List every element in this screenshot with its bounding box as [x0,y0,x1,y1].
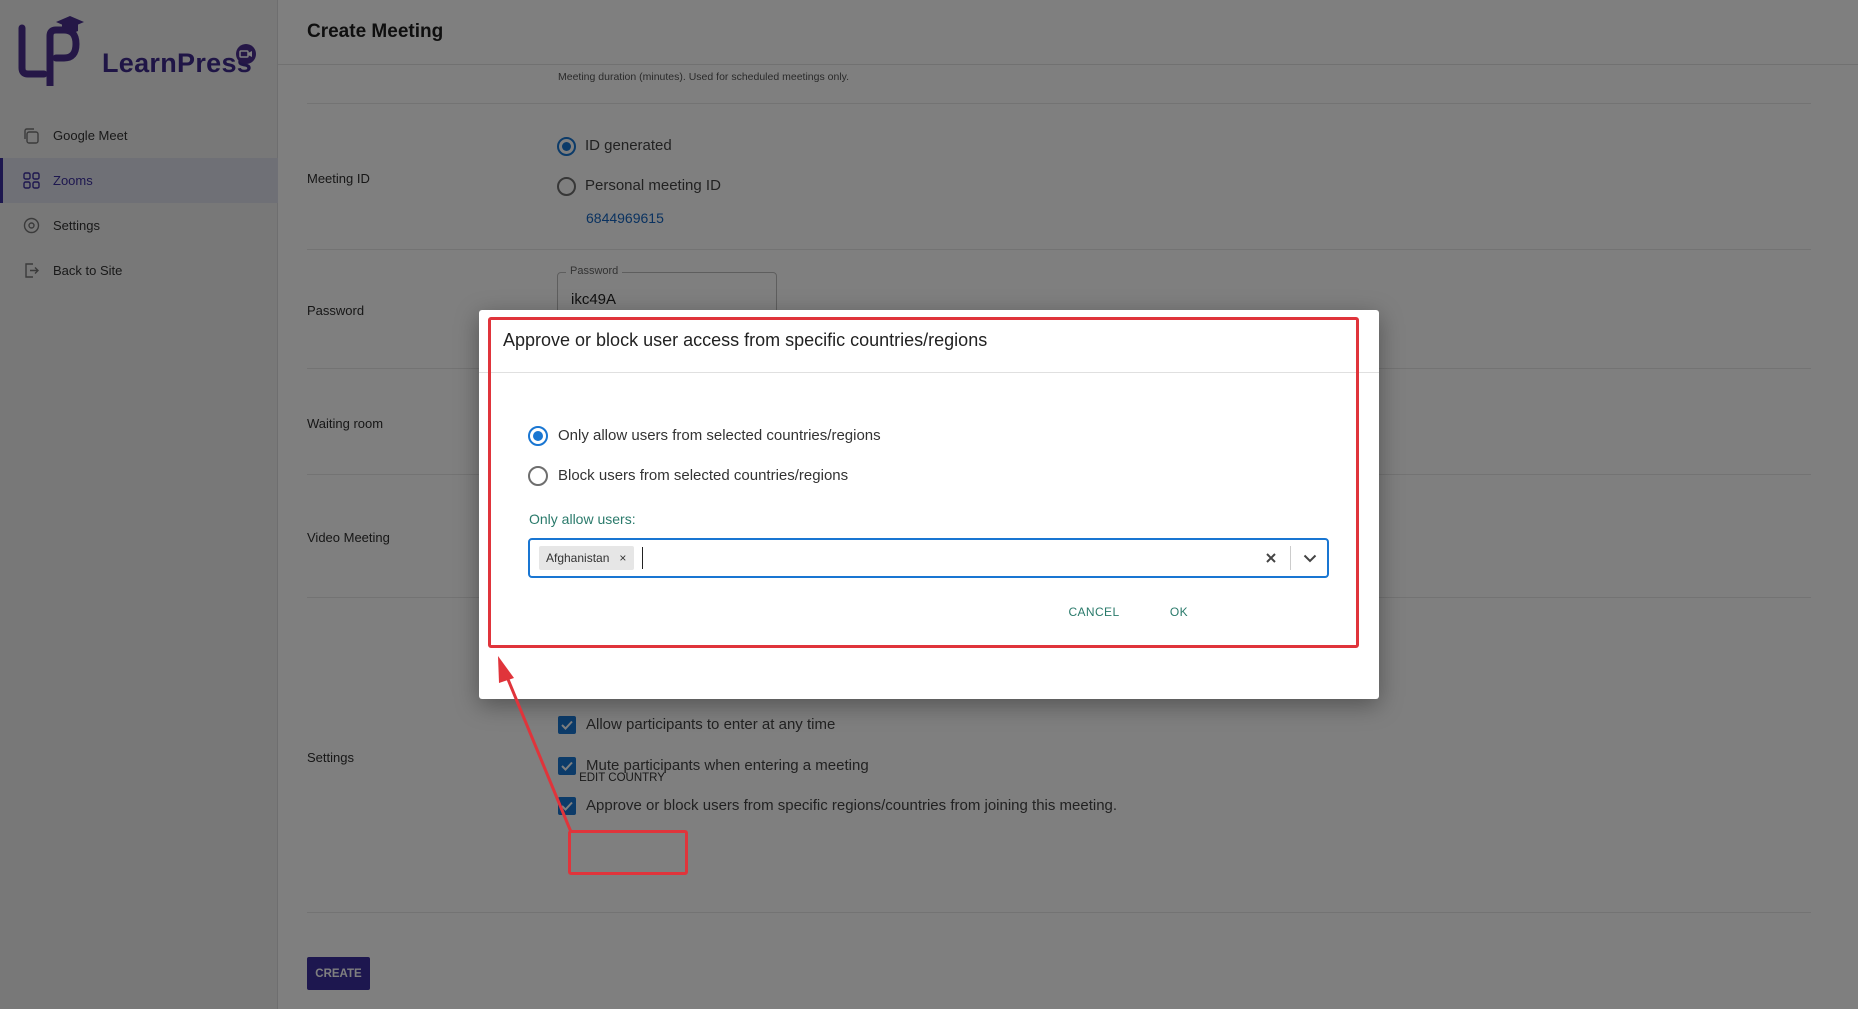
annotation-arrow-icon [498,656,573,833]
